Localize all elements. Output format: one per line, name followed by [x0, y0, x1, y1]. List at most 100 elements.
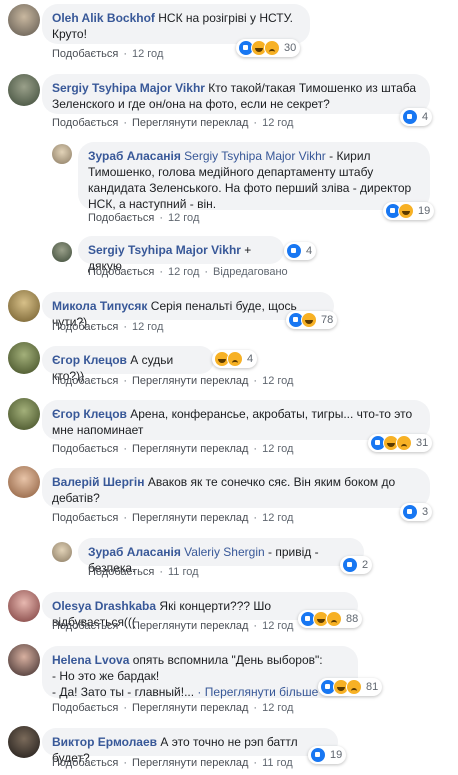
reaction-summary[interactable]: 81 — [318, 678, 383, 696]
reaction-count: 19 — [418, 205, 431, 217]
like-button[interactable]: Подобається — [52, 702, 118, 714]
comment-author[interactable]: Oleh Alik Bockhof — [52, 11, 155, 25]
avatar[interactable] — [8, 590, 40, 622]
like-button[interactable]: Подобається — [88, 212, 154, 224]
timestamp[interactable]: 12 год — [132, 48, 163, 60]
timestamp[interactable]: 11 год — [168, 566, 199, 578]
comment-actions: Подобається · 12 год — [88, 212, 200, 224]
reaction-count: 2 — [362, 559, 369, 571]
reaction-summary[interactable]: 3 — [400, 503, 433, 521]
comment-actions: Подобається · Переглянути переклад · 12 год — [52, 375, 294, 387]
reaction-count: 30 — [284, 42, 297, 54]
translate-link[interactable]: Переглянути переклад — [132, 512, 248, 524]
reaction-summary[interactable]: 19 — [383, 202, 435, 220]
comment-author[interactable]: Виктор Ермолаев — [52, 735, 157, 749]
comment-text: Кто такой/такая Тимошенко из штаба — [208, 81, 417, 95]
avatar[interactable] — [8, 74, 40, 106]
reaction-count: 31 — [416, 437, 429, 449]
like-button[interactable]: Подобається — [88, 566, 154, 578]
translate-link[interactable]: Переглянути переклад — [132, 620, 248, 632]
timestamp[interactable]: 12 год — [132, 321, 163, 333]
comment-actions: Подобається · Переглянути переклад · 12 год — [52, 443, 294, 455]
avatar[interactable] — [8, 644, 40, 676]
comment-author[interactable]: Зураб Аласанія — [88, 149, 181, 163]
like-button[interactable]: Подобається — [52, 620, 118, 632]
comment-author[interactable]: Єгор Клецов — [52, 353, 127, 367]
timestamp[interactable]: 12 год — [262, 702, 293, 714]
reaction-summary[interactable]: 78 — [286, 311, 338, 329]
comment-author[interactable]: Зураб Аласанія — [88, 545, 181, 559]
translate-link[interactable]: Переглянути переклад — [132, 757, 248, 769]
reaction-summary[interactable]: 4 — [284, 242, 317, 260]
comment-author[interactable]: Єгор Клецов — [52, 407, 127, 421]
reaction-summary[interactable]: 88 — [298, 610, 363, 628]
timestamp[interactable]: 12 год — [262, 620, 293, 632]
like-button[interactable]: Подобається — [52, 375, 118, 387]
comment-author[interactable]: Микола Типусяк — [52, 299, 147, 313]
reaction-summary[interactable]: 4 — [400, 108, 433, 126]
like-button[interactable]: Подобається — [52, 117, 118, 129]
reaction-count: 81 — [366, 681, 379, 693]
comment-text: мне напоминает — [52, 423, 144, 437]
avatar[interactable] — [8, 466, 40, 498]
comment-author[interactable]: Валерій Шергін — [52, 475, 145, 489]
like-icon — [286, 243, 302, 259]
translate-link[interactable]: Переглянути переклад — [132, 702, 248, 714]
like-button[interactable]: Подобається — [52, 512, 118, 524]
comment-text: - Кирил — [325, 149, 371, 163]
reaction-summary[interactable]: 30 — [236, 39, 301, 57]
sad-icon — [264, 40, 280, 56]
like-button[interactable]: Подобається — [52, 48, 118, 60]
comment-bubble: Валерій Шергін Аваков як те сонечко сяє.… — [42, 468, 430, 508]
avatar[interactable] — [52, 144, 72, 164]
timestamp[interactable]: 12 год — [168, 212, 199, 224]
comment-bubble: Виктор Ермолаев А это точно не рэп баттл… — [42, 728, 338, 765]
comment-bubble: Sergiy Tsyhipa Major Vikhr + дякую — [78, 236, 284, 273]
like-button[interactable]: Подобається — [52, 443, 118, 455]
timestamp[interactable]: 12 год — [168, 266, 199, 278]
avatar[interactable] — [8, 342, 40, 374]
like-button[interactable]: Подобається — [52, 321, 118, 333]
comment-text: Круто! — [52, 27, 87, 41]
reaction-summary[interactable]: 2 — [340, 556, 373, 574]
timestamp[interactable]: 12 год — [262, 443, 293, 455]
avatar[interactable] — [8, 726, 40, 758]
timestamp[interactable]: 12 год — [262, 375, 293, 387]
sad-icon — [326, 611, 342, 627]
timestamp[interactable]: 12 год — [262, 117, 293, 129]
mention-link[interactable]: Sergiy Tsyhipa Major Vikhr — [184, 149, 326, 163]
reaction-summary[interactable]: 31 — [368, 434, 433, 452]
comment-actions: Подобається · Переглянути переклад · 12 год — [52, 702, 294, 714]
avatar[interactable] — [8, 290, 40, 322]
translate-link[interactable]: Переглянути переклад — [132, 443, 248, 455]
avatar[interactable] — [52, 542, 72, 562]
edited-label: Відредаговано — [213, 266, 288, 278]
comment-text: Тимошенко, голова медійного департаменту… — [88, 165, 374, 179]
comment-actions: Подобається · 11 год — [88, 566, 199, 578]
mention-link[interactable]: Valeriy Shergin — [184, 545, 264, 559]
timestamp[interactable]: 12 год — [262, 512, 293, 524]
see-more-link[interactable]: · Переглянути більше — [194, 685, 318, 699]
reaction-summary[interactable]: 4 — [212, 350, 258, 368]
reaction-summary[interactable]: 19 — [308, 746, 347, 764]
like-button[interactable]: Подобається — [88, 266, 154, 278]
translate-link[interactable]: Переглянути переклад — [132, 117, 248, 129]
comment-actions: Подобається · 12 год — [52, 48, 164, 60]
avatar[interactable] — [8, 4, 40, 36]
comment-author[interactable]: Olesya Drashkaba — [52, 599, 156, 613]
comment-author[interactable]: Sergiy Tsyhipa Major Vikhr — [88, 243, 241, 257]
avatar[interactable] — [52, 242, 72, 262]
reaction-count: 3 — [422, 506, 429, 518]
comment-text: НСК, а наступний - він. — [88, 197, 217, 211]
comment-author[interactable]: Helena Lvova — [52, 653, 129, 667]
sad-icon — [227, 351, 243, 367]
like-button[interactable]: Подобається — [52, 757, 118, 769]
like-icon — [310, 747, 326, 763]
comment-actions: Подобається · 12 год · Відредаговано — [88, 266, 288, 278]
timestamp[interactable]: 11 год — [262, 757, 293, 769]
avatar[interactable] — [8, 398, 40, 430]
comment-text: Арена, конферансье, акробаты, тигры... ч… — [126, 407, 413, 421]
translate-link[interactable]: Переглянути переклад — [132, 375, 248, 387]
comment-text: НСК на розігріві у НСТУ. — [158, 11, 293, 25]
comment-author[interactable]: Sergiy Tsyhipa Major Vikhr — [52, 81, 205, 95]
